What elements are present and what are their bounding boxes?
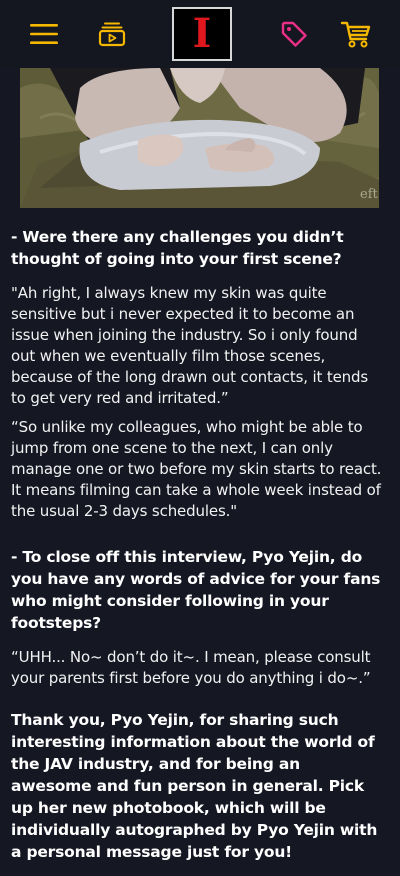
article-photo: eft bbox=[20, 68, 379, 208]
answer-filming-schedule: “So unlike my colleagues, who might be a… bbox=[11, 418, 382, 520]
logo-letter: I bbox=[192, 10, 212, 57]
answer-skin-sensitive: "Ah right, I always knew my skin was qui… bbox=[11, 284, 369, 407]
hamburger-menu-icon bbox=[30, 24, 58, 44]
closing-paragraph: Thank you, Pyo Yejin, for sharing such i… bbox=[11, 711, 378, 861]
photo-watermark: eft bbox=[360, 187, 379, 202]
hamburger-menu-button[interactable] bbox=[26, 14, 62, 54]
video-playlist-icon bbox=[98, 22, 126, 47]
videos-button[interactable] bbox=[94, 14, 130, 54]
cart-button[interactable] bbox=[338, 14, 374, 54]
question-advice: - To close off this interview, Pyo Yejin… bbox=[11, 548, 381, 632]
deals-button[interactable] bbox=[276, 14, 312, 54]
interview-article: - Were there any challenges you didn’t t… bbox=[11, 226, 383, 876]
answer-advice: “UHH... No~ don’t do it~. I mean, please… bbox=[11, 648, 371, 687]
price-tag-icon bbox=[281, 21, 307, 47]
site-logo[interactable]: I bbox=[172, 7, 232, 61]
top-navigation-bar: I bbox=[0, 0, 400, 68]
question-first-scene: - Were there any challenges you didn’t t… bbox=[11, 228, 344, 268]
shopping-cart-icon bbox=[340, 21, 371, 48]
